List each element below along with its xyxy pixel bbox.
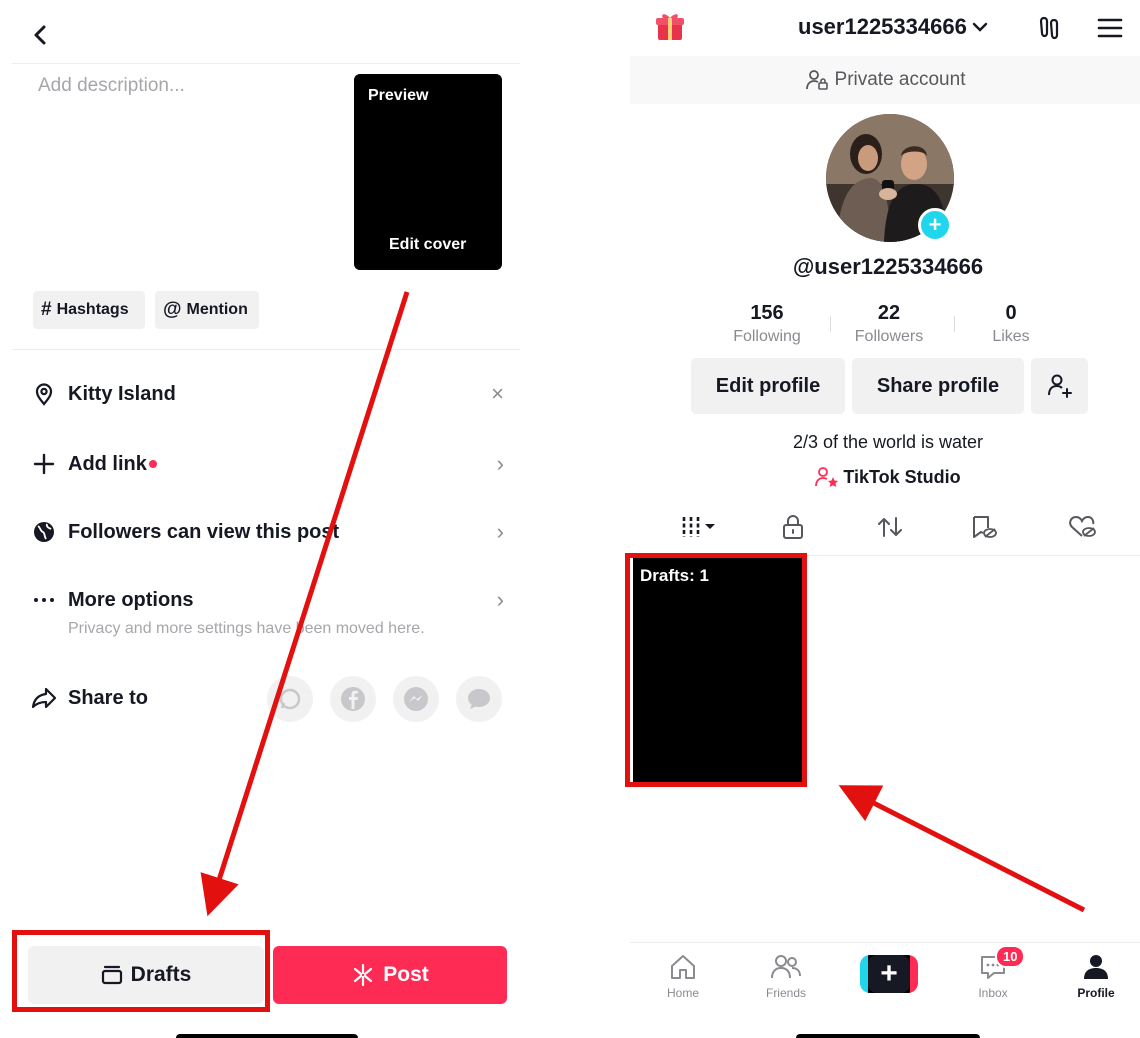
share-to-label: Share to: [68, 686, 149, 709]
sparkle-icon: [354, 963, 373, 987]
chevron-right-icon: ›: [496, 451, 504, 476]
plus-icon: +: [928, 212, 942, 237]
chevron-down-icon: [972, 22, 988, 32]
username-label: user1225334666: [798, 14, 967, 39]
share-arrow-icon: [30, 684, 58, 712]
tiktok-studio-label: TikTok Studio: [843, 466, 961, 487]
followers-count: 22: [877, 302, 901, 324]
create-button[interactable]: +: [860, 955, 918, 993]
chevron-left-icon: [34, 25, 46, 45]
share-to-row: Share to: [30, 678, 270, 718]
add-person-icon: [1047, 374, 1072, 398]
private-account-banner: Private account: [630, 56, 1140, 104]
person-lock-icon: [805, 70, 828, 90]
profile-handle: @user1225334666: [792, 254, 984, 279]
post-label: Post: [383, 963, 429, 986]
nav-friends[interactable]: Friends: [746, 952, 826, 1000]
tab-reposts-icon[interactable]: [875, 514, 905, 545]
privacy-row[interactable]: Followers can view this post ›: [30, 512, 504, 552]
tab-saved-icon[interactable]: [970, 514, 998, 545]
drafts-tile-highlight-box: [625, 553, 807, 787]
new-dot-badge: [148, 460, 157, 468]
hashtags-label: Hashtags: [56, 301, 129, 318]
more-dots-icon: [30, 586, 58, 614]
post-editor-screen: Add description... Preview Edit cover # …: [0, 0, 525, 1038]
add-friend-button[interactable]: [1031, 358, 1088, 414]
post-button[interactable]: Post: [273, 946, 507, 1004]
tab-liked-icon[interactable]: [1068, 514, 1098, 545]
at-icon: @: [163, 299, 182, 320]
more-options-subtitle: Privacy and more settings have been move…: [68, 620, 425, 637]
more-options-label: More options: [68, 588, 194, 611]
sms-icon[interactable]: [456, 676, 502, 722]
nav-friends-label: Friends: [765, 986, 806, 1000]
tab-videos[interactable]: [678, 514, 724, 545]
back-button[interactable]: [26, 20, 56, 50]
following-count: 156: [750, 302, 784, 324]
footprint-icon[interactable]: [1035, 14, 1063, 47]
tiktok-studio-link[interactable]: TikTok Studio: [630, 466, 1140, 488]
nav-inbox-label: Inbox: [978, 986, 1008, 1000]
bottom-nav-divider: [630, 942, 1140, 943]
mention-label: Mention: [186, 301, 248, 318]
followers-stat[interactable]: 22 Followers: [834, 302, 944, 346]
location-label: Kitty Island: [68, 382, 176, 405]
followers-caption: Followers: [854, 328, 924, 345]
stat-divider: [954, 316, 955, 332]
chevron-right-icon: ›: [496, 519, 504, 544]
nav-home-label: Home: [666, 986, 699, 1000]
add-photo-button[interactable]: +: [918, 208, 952, 242]
share-profile-button[interactable]: Share profile: [852, 358, 1024, 414]
create-plus-icon: +: [868, 955, 910, 993]
following-stat[interactable]: 156 Following: [712, 302, 822, 346]
home-icon: [671, 955, 695, 979]
edit-cover-button[interactable]: Edit cover: [389, 236, 466, 254]
location-pin-icon: [30, 380, 58, 408]
studio-icon: [815, 467, 839, 487]
section-divider: [12, 349, 520, 350]
nav-profile-label: Profile: [1077, 986, 1115, 1000]
home-indicator: [176, 1034, 358, 1038]
mention-chip[interactable]: @ Mention: [155, 291, 259, 329]
friends-icon: [771, 955, 801, 979]
preview-label: Preview: [368, 87, 429, 104]
profile-icon: [1084, 955, 1108, 979]
add-link-label: Add link: [68, 452, 147, 475]
following-caption: Following: [733, 328, 801, 345]
more-options-row[interactable]: More options ›: [30, 580, 504, 620]
stat-divider: [830, 316, 831, 332]
chevron-right-icon: ›: [496, 587, 504, 612]
add-link-row[interactable]: Add link ›: [30, 444, 504, 484]
nav-home[interactable]: Home: [643, 952, 723, 1000]
likes-count: 0: [1005, 302, 1017, 324]
hashtags-chip[interactable]: # Hashtags: [33, 291, 145, 329]
private-account-label: Private account: [834, 69, 966, 90]
location-row[interactable]: Kitty Island ×: [30, 374, 504, 414]
nav-profile[interactable]: Profile: [1056, 952, 1136, 1000]
profile-screen: user1225334666 Private account + @user12…: [630, 0, 1140, 1038]
profile-bio: 2/3 of the world is water: [792, 432, 984, 452]
username-switcher[interactable]: user1225334666: [798, 14, 989, 40]
header-divider: [12, 63, 520, 64]
globe-icon: [30, 518, 58, 546]
description-input[interactable]: Add description...: [38, 75, 185, 97]
whatsapp-icon[interactable]: [267, 676, 313, 722]
plus-icon: [30, 450, 58, 478]
privacy-label: Followers can view this post: [68, 520, 340, 543]
menu-icon[interactable]: [1096, 16, 1124, 45]
inbox-badge: 10: [995, 945, 1026, 968]
likes-stat[interactable]: 0 Likes: [956, 302, 1066, 346]
gift-icon[interactable]: [654, 10, 686, 47]
likes-caption: Likes: [992, 328, 1030, 345]
hash-icon: #: [41, 299, 52, 320]
tab-private-lock-icon[interactable]: [780, 514, 806, 545]
remove-location-icon[interactable]: ×: [491, 381, 504, 407]
messenger-icon[interactable]: [393, 676, 439, 722]
drafts-highlight-box: [12, 930, 270, 1012]
home-indicator: [796, 1034, 980, 1038]
edit-profile-button[interactable]: Edit profile: [691, 358, 845, 414]
facebook-icon[interactable]: [330, 676, 376, 722]
